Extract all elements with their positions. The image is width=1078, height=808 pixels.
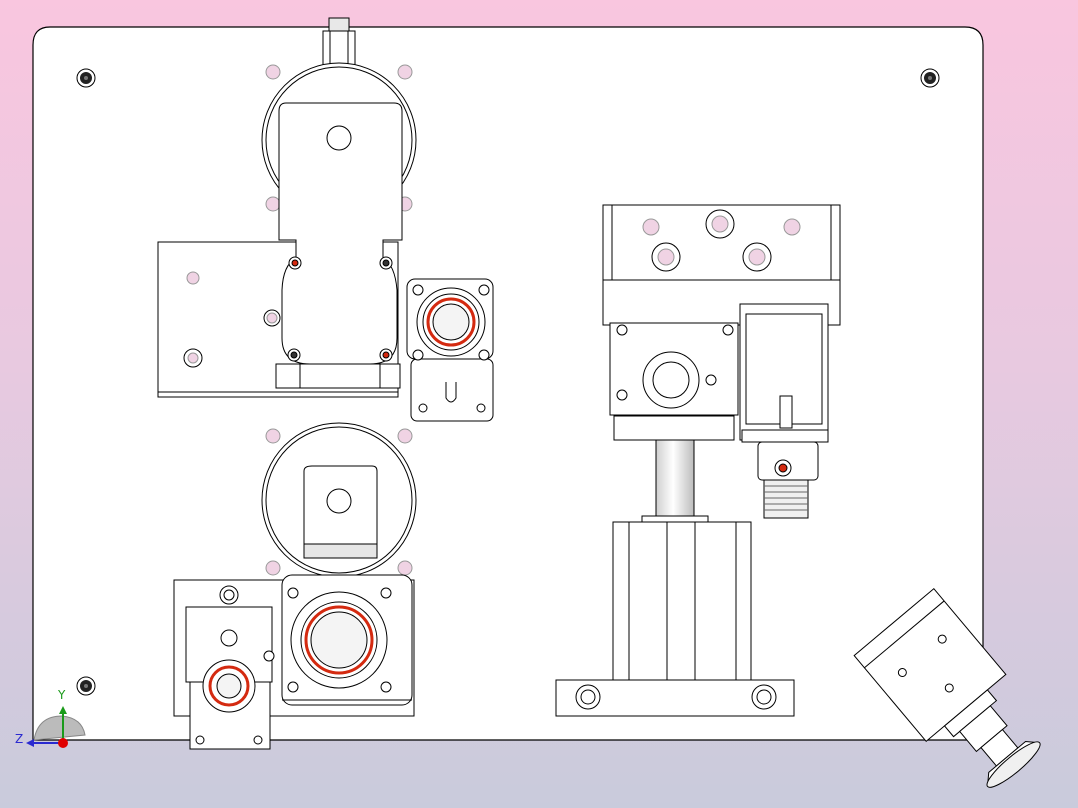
triad-origin [58, 738, 68, 748]
triad-y-label: Y [58, 688, 66, 702]
triad-z-label: Z [15, 732, 24, 746]
plate-screw-top-left [76, 68, 96, 88]
plate-screw-bottom-left [76, 676, 96, 696]
plate-screw-top-right [920, 68, 940, 88]
cad-viewport[interactable] [0, 0, 1078, 808]
air-fitting [322, 17, 356, 68]
